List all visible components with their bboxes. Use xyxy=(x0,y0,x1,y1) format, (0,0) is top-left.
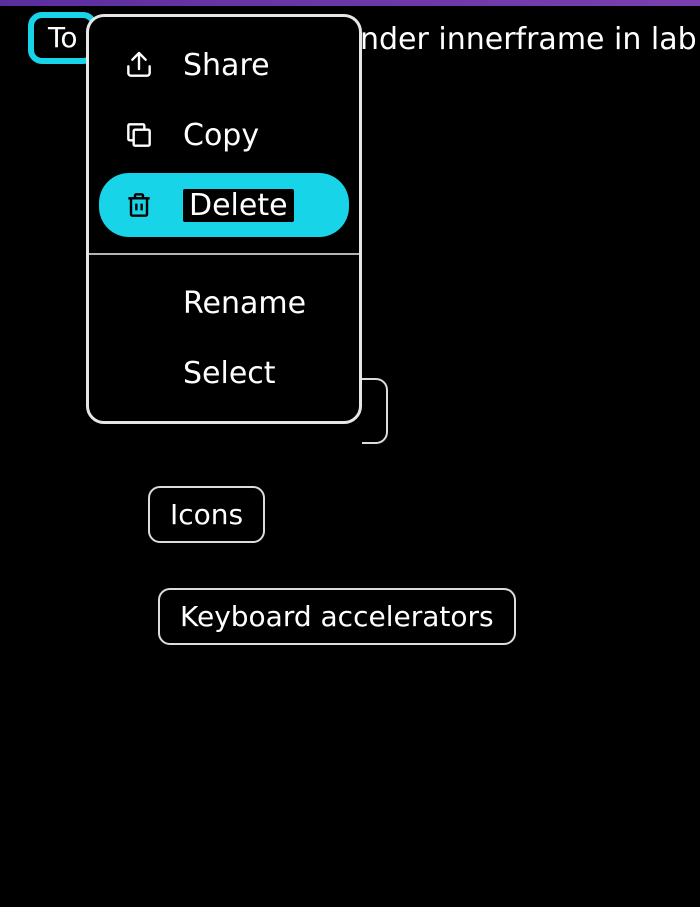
hidden-chip-edge[interactable] xyxy=(362,378,388,444)
chip-icons[interactable]: Icons xyxy=(148,486,265,543)
trash-icon xyxy=(121,187,157,223)
menu-item-label: Select xyxy=(183,357,276,390)
active-tab-label: To xyxy=(48,21,77,55)
menu-item-label: Rename xyxy=(183,287,306,320)
menu-item-copy[interactable]: Copy xyxy=(99,103,349,167)
menu-item-delete[interactable]: Delete xyxy=(99,173,349,237)
menu-item-label: Share xyxy=(183,49,270,82)
header-text-fragment: nder innerframe in lab xyxy=(360,22,697,57)
copy-icon xyxy=(121,117,157,153)
menu-item-label: Delete xyxy=(183,189,294,222)
chip-label: Icons xyxy=(170,498,243,531)
context-menu-section-2: Rename Select xyxy=(89,255,359,421)
chip-label: Keyboard accelerators xyxy=(180,600,494,633)
context-menu-section-1: Share Copy Delete xyxy=(89,17,359,253)
menu-item-label: Copy xyxy=(183,119,259,152)
chip-keyboard-accelerators[interactable]: Keyboard accelerators xyxy=(158,588,516,645)
share-icon xyxy=(121,47,157,83)
window-top-accent xyxy=(0,0,700,6)
context-menu: Share Copy Delete xyxy=(86,14,362,424)
menu-item-rename[interactable]: Rename xyxy=(99,271,349,335)
menu-divider xyxy=(89,253,359,255)
menu-item-share[interactable]: Share xyxy=(99,33,349,97)
menu-item-select[interactable]: Select xyxy=(99,341,349,405)
